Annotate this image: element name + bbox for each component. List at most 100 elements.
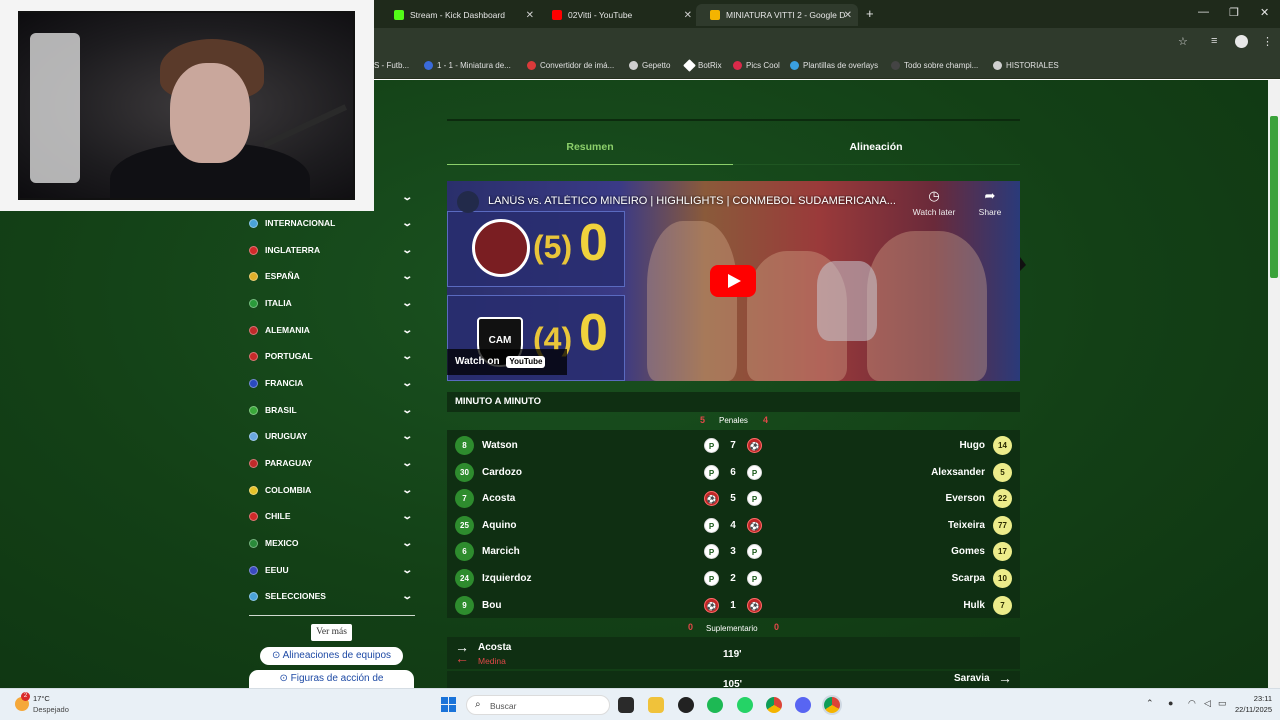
flag-icon (249, 218, 258, 228)
restore-icon[interactable]: ❐ (1229, 6, 1239, 19)
taskbar-search[interactable]: ⌕ Buscar (466, 695, 610, 715)
tab-kick-dashboard[interactable]: Stream - Kick Dashboard ✕ (380, 4, 540, 26)
watch-later-button[interactable]: ◷ Watch later (909, 189, 959, 218)
sidebar-item[interactable]: MEXICO ⌄ (249, 533, 415, 553)
sidebar-item[interactable]: FRANCIA ⌄ (249, 373, 415, 393)
sidebar-item[interactable]: PORTUGAL ⌄ (249, 346, 415, 366)
discord-icon[interactable] (795, 697, 811, 713)
bookmark-item[interactable]: 1 - 1 - Miniatura de... (424, 61, 511, 70)
sidebar-item[interactable]: COLOMBIA ⌄ (249, 480, 415, 500)
spotify-icon[interactable] (707, 697, 723, 713)
chevron-down-icon[interactable]: ⌄ (401, 192, 413, 203)
chevron-down-icon[interactable]: ⌄ (401, 511, 413, 522)
sidebar-item[interactable]: ⌄ (249, 187, 415, 207)
chevron-down-icon[interactable]: ⌄ (401, 458, 413, 469)
ver-mas-button[interactable]: Ver más (311, 624, 352, 641)
file-explorer-icon[interactable] (648, 697, 664, 713)
alineaciones-button[interactable]: ⊙ Alineaciones de equipos (260, 647, 403, 665)
sidebar-item[interactable]: ITALIA ⌄ (249, 293, 415, 313)
share-button[interactable]: ➦ Share (972, 189, 1008, 218)
chevron-down-icon[interactable]: ⌄ (401, 485, 413, 496)
chrome-active-icon[interactable] (824, 697, 840, 713)
sidebar-item[interactable]: PARAGUAY ⌄ (249, 453, 415, 473)
bookmark-item[interactable]: Gepetto (629, 61, 670, 70)
sidebar-item-label: ITALIA (265, 298, 292, 308)
sidebar-item-label: PORTUGAL (265, 351, 313, 361)
tab-divider (733, 164, 1020, 165)
youtube-embed[interactable]: (5) 0 CAM (4) 0 LANÚS vs. ATLÉTICO MINEI… (447, 181, 1020, 381)
menu-kebab-icon[interactable]: ⋮ (1262, 35, 1273, 48)
home-player-name: Izquierdoz (482, 573, 532, 584)
sidebar-item[interactable]: CHILE ⌄ (249, 506, 415, 526)
bookmark-item[interactable]: Pics Cool (733, 61, 780, 70)
close-tab-icon[interactable]: ✕ (844, 10, 852, 21)
close-tab-icon[interactable]: ✕ (526, 10, 534, 21)
chevron-down-icon[interactable]: ⌄ (401, 218, 413, 229)
channel-avatar[interactable] (457, 191, 479, 213)
chevron-down-icon[interactable]: ⌄ (401, 351, 413, 362)
wifi-icon[interactable]: ◠ (1188, 698, 1196, 709)
bookmark-item[interactable]: HISTORIALES (993, 61, 1059, 70)
chevron-down-icon[interactable]: ⌄ (401, 591, 413, 602)
bookmark-star-icon[interactable]: ☆ (1178, 35, 1188, 48)
microphone-icon[interactable]: ● (1168, 698, 1173, 708)
sidebar-item[interactable]: ALEMANIA ⌄ (249, 320, 415, 340)
task-view-icon[interactable] (618, 697, 634, 713)
home-player-name: Cardozo (482, 466, 522, 478)
sidebar-item[interactable]: INTERNACIONAL ⌄ (249, 213, 415, 233)
scrollbar-thumb[interactable] (1270, 116, 1278, 278)
home-goals: 0 (579, 214, 608, 272)
chevron-down-icon[interactable]: ⌄ (401, 325, 413, 336)
sidebar-item[interactable]: URUGUAY ⌄ (249, 426, 415, 446)
chevron-down-icon[interactable]: ⌄ (401, 538, 413, 549)
video-title[interactable]: LANÚS vs. ATLÉTICO MINEIRO | HIGHLIGHTS … (488, 195, 908, 207)
close-window-icon[interactable]: ✕ (1260, 6, 1269, 19)
tab-resumen[interactable]: Resumen (447, 141, 733, 153)
clock-date[interactable]: 22/11/2025 (1227, 705, 1272, 714)
bookmark-item[interactable]: Plantillas de overlays (790, 61, 878, 70)
bookmark-item[interactable]: S - Futb... (374, 61, 409, 70)
watch-on-youtube-button[interactable]: Watch on YouTube (447, 349, 567, 375)
clock-time[interactable]: 23:11 (1246, 694, 1272, 703)
play-button[interactable] (710, 265, 756, 297)
reading-list-icon[interactable]: ≡ (1211, 35, 1217, 47)
chevron-down-icon[interactable]: ⌄ (401, 565, 413, 576)
chevron-down-icon[interactable]: ⌄ (401, 431, 413, 442)
whatsapp-icon[interactable] (737, 697, 753, 713)
sidebar-item-label: FRANCIA (265, 378, 304, 388)
bookmark-item[interactable]: Todo sobre champi... (891, 61, 978, 70)
chevron-down-icon[interactable]: ⌄ (401, 298, 413, 309)
volume-icon[interactable]: ◁ (1204, 698, 1211, 709)
chevron-down-icon[interactable]: ⌄ (401, 378, 413, 389)
sidebar-item[interactable]: BRASIL ⌄ (249, 400, 415, 420)
home-player-name: Marcich (482, 546, 520, 558)
new-tab-button[interactable]: + (866, 6, 874, 21)
tab-alineacion[interactable]: Alineación (733, 141, 1019, 153)
home-player-name: Bou (482, 599, 502, 611)
sidebar-item[interactable]: INGLATERRA ⌄ (249, 240, 415, 260)
chrome-icon[interactable] (766, 697, 782, 713)
microphone-arm (262, 104, 348, 148)
bookmark-item[interactable]: Convertidor de imá... (527, 61, 614, 70)
penalty-row: 30 Cardozo P 6 P Alexsander 5 (447, 459, 1020, 485)
chevron-down-icon[interactable]: ⌄ (401, 405, 413, 416)
tab-google-docs[interactable]: MINIATURA VITTI 2 - Google D ✕ (696, 4, 858, 26)
chevron-down-icon[interactable]: ⌄ (401, 271, 413, 282)
profile-avatar-icon[interactable] (1235, 35, 1248, 48)
minimize-icon[interactable]: — (1198, 6, 1209, 18)
battery-icon[interactable]: ▭ (1218, 698, 1227, 709)
figuras-button[interactable]: ⊙ Figuras de acción de (249, 670, 414, 688)
weather-description[interactable]: Despejado (33, 705, 69, 714)
tray-chevron-icon[interactable]: ⌃ (1146, 698, 1154, 709)
close-tab-icon[interactable]: ✕ (684, 10, 692, 21)
obs-icon[interactable] (678, 697, 694, 713)
weather-temperature[interactable]: 17°C (33, 694, 50, 703)
sidebar-item[interactable]: SELECCIONES ⌄ (249, 586, 415, 606)
chevron-down-icon[interactable]: ⌄ (401, 245, 413, 256)
tab-youtube[interactable]: 02Vitti - YouTube ✕ (538, 4, 698, 26)
sidebar-item-label: SELECCIONES (265, 591, 326, 601)
sidebar-item[interactable]: ESPAÑA ⌄ (249, 266, 415, 286)
sidebar-item[interactable]: EEUU ⌄ (249, 560, 415, 580)
bookmark-item[interactable]: BotRix (683, 59, 722, 72)
windows-start-icon[interactable] (441, 697, 456, 712)
